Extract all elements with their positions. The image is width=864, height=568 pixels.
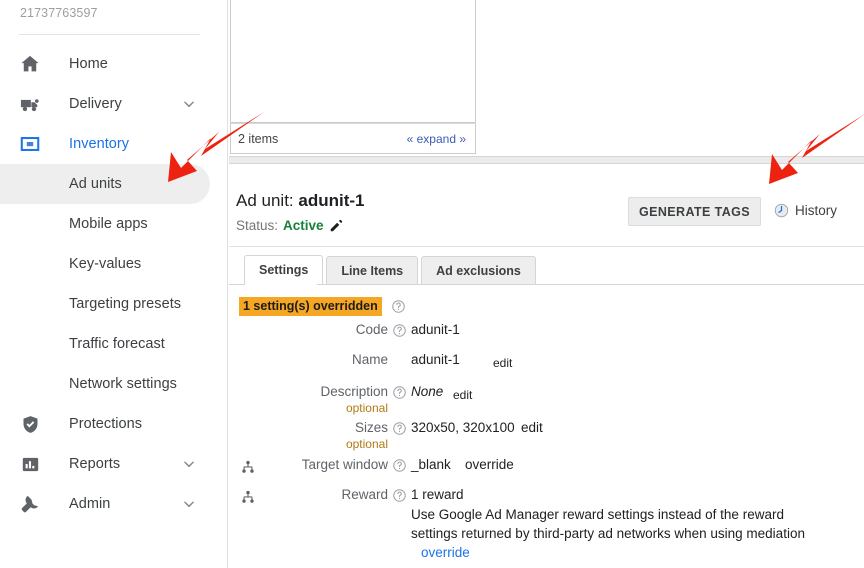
override-link-target-window[interactable]: override: [465, 457, 514, 472]
help-circle-icon[interactable]: [392, 323, 407, 338]
sidebar-item-home[interactable]: Home: [0, 44, 228, 84]
override-link-reward[interactable]: override: [421, 545, 470, 560]
reward-description-text: Use Google Ad Manager reward settings in…: [411, 507, 805, 541]
sidebar-item-label: Key-values: [69, 256, 142, 272]
setting-value: adunit-1: [411, 352, 460, 367]
tree-list-footer: 2 items « expand »: [230, 123, 476, 154]
sidebar-item-inventory[interactable]: Inventory: [0, 124, 228, 164]
page-title: Ad unit: adunit-1: [236, 191, 365, 211]
sidebar-item-reports[interactable]: Reports: [0, 444, 228, 484]
sidebar-item-label: Traffic forecast: [69, 336, 165, 352]
edit-link-sizes[interactable]: edit: [521, 420, 543, 435]
ad-manager-screen: 21737763597 Home Delivery Inventory Ad u…: [0, 0, 864, 568]
sidebar-item-label: Ad units: [69, 176, 122, 192]
page-title-name: adunit-1: [298, 191, 365, 210]
setting-value: 320x50, 320x100: [411, 420, 515, 435]
sidebar-item-label: Targeting presets: [69, 296, 182, 312]
setting-label: Sizes: [354, 420, 388, 435]
tab-ad-exclusions[interactable]: Ad exclusions: [421, 256, 536, 285]
setting-optional-label: optional: [345, 401, 388, 415]
home-icon: [18, 52, 42, 76]
setting-value: adunit-1: [411, 322, 460, 337]
clock-history-icon: [774, 203, 789, 218]
setting-value: None: [411, 384, 444, 399]
reward-description: Use Google Ad Manager reward settings in…: [411, 505, 831, 562]
setting-value: 1 reward: [411, 487, 464, 502]
sidebar-nav: Home Delivery Inventory Ad units Mobile …: [0, 44, 228, 524]
status-label: Status:: [236, 218, 279, 233]
generate-tags-button[interactable]: GENERATE TAGS: [628, 197, 761, 226]
setting-label: Target window: [301, 457, 388, 472]
help-circle-icon[interactable]: [392, 385, 407, 400]
setting-row-target-window: Target window _blank override: [229, 457, 864, 487]
status-row: Status: Active: [236, 218, 343, 233]
help-circle-icon[interactable]: [392, 488, 407, 503]
help-circle-icon[interactable]: [391, 299, 406, 314]
setting-label: Description: [320, 384, 388, 399]
sidebar: 21737763597 Home Delivery Inventory Ad u…: [0, 0, 228, 568]
sidebar-item-mobile-apps[interactable]: Mobile apps: [0, 204, 228, 244]
tree-list-area: [230, 0, 476, 123]
settings-rows: Code adunit-1 Name adunit-1 edit Descrip…: [229, 322, 864, 567]
sidebar-item-label: Home: [69, 56, 108, 72]
wrench-icon: [18, 492, 42, 516]
sidebar-item-delivery[interactable]: Delivery: [0, 84, 228, 124]
panel-separator: [229, 156, 864, 164]
sidebar-item-label: Network settings: [69, 376, 177, 392]
override-notice: 1 setting(s) overridden: [239, 297, 406, 316]
sidebar-item-traffic-forecast[interactable]: Traffic forecast: [0, 324, 228, 364]
help-circle-icon[interactable]: [392, 458, 407, 473]
sidebar-item-network-settings[interactable]: Network settings: [0, 364, 228, 404]
edit-link-name[interactable]: edit: [493, 356, 512, 370]
expand-link[interactable]: « expand »: [407, 132, 466, 146]
sidebar-item-label: Delivery: [69, 96, 122, 112]
edit-link-description[interactable]: edit: [453, 388, 472, 402]
sidebar-item-label: Protections: [69, 416, 143, 432]
sidebar-item-label: Inventory: [69, 136, 130, 152]
account-id: 21737763597: [20, 6, 98, 20]
pencil-icon[interactable]: [329, 219, 343, 233]
status-badge: Active: [283, 218, 324, 233]
setting-label: Code: [355, 322, 388, 337]
bar-chart-icon: [18, 452, 42, 476]
sidebar-divider: [19, 34, 200, 35]
setting-row-name: Name adunit-1 edit: [229, 352, 864, 384]
override-badge: 1 setting(s) overridden: [239, 297, 382, 316]
active-tab-mask: [245, 284, 317, 285]
shield-check-icon: [18, 412, 42, 436]
history-button[interactable]: History: [774, 203, 837, 218]
chevron-down-icon[interactable]: [182, 457, 196, 471]
setting-label: Name: [351, 352, 388, 367]
sidebar-item-ad-units[interactable]: Ad units: [0, 164, 210, 204]
item-count-label: 2 items: [238, 132, 279, 146]
sidebar-item-key-values[interactable]: Key-values: [0, 244, 228, 284]
sidebar-item-label: Reports: [69, 456, 121, 472]
tab-settings[interactable]: Settings: [244, 255, 324, 285]
ad-unit-detail-panel: Ad unit: adunit-1 Status: Active GENERAT…: [229, 164, 864, 568]
setting-optional-label: optional: [345, 437, 388, 451]
setting-label: Reward: [341, 487, 388, 502]
sidebar-item-protections[interactable]: Protections: [0, 404, 228, 444]
page-title-prefix: Ad unit:: [236, 191, 294, 210]
chevron-down-icon[interactable]: [182, 97, 196, 111]
header-divider: [229, 246, 864, 247]
setting-row-description: Description optional None edit: [229, 384, 864, 420]
sidebar-item-admin[interactable]: Admin: [0, 484, 228, 524]
sidebar-item-label: Admin: [69, 496, 111, 512]
truck-icon: [18, 92, 42, 116]
setting-row-sizes: Sizes optional 320x50, 320x100 edit: [229, 420, 864, 457]
setting-row-code: Code adunit-1: [229, 322, 864, 352]
setting-row-reward: Reward 1 reward Use Google Ad Manager re…: [229, 487, 864, 567]
sidebar-item-targeting-presets[interactable]: Targeting presets: [0, 284, 228, 324]
inventory-icon: [18, 132, 42, 156]
tabs-divider: [229, 284, 864, 285]
chevron-down-icon[interactable]: [182, 497, 196, 511]
tab-line-items[interactable]: Line Items: [326, 256, 419, 285]
detail-tabs: Settings Line Items Ad exclusions: [244, 255, 539, 285]
sidebar-item-label: Mobile apps: [69, 216, 148, 232]
setting-value: _blank: [411, 457, 451, 472]
history-label: History: [795, 203, 838, 218]
help-circle-icon[interactable]: [392, 421, 407, 436]
inventory-tree-panel: 2 items « expand »: [229, 0, 864, 155]
